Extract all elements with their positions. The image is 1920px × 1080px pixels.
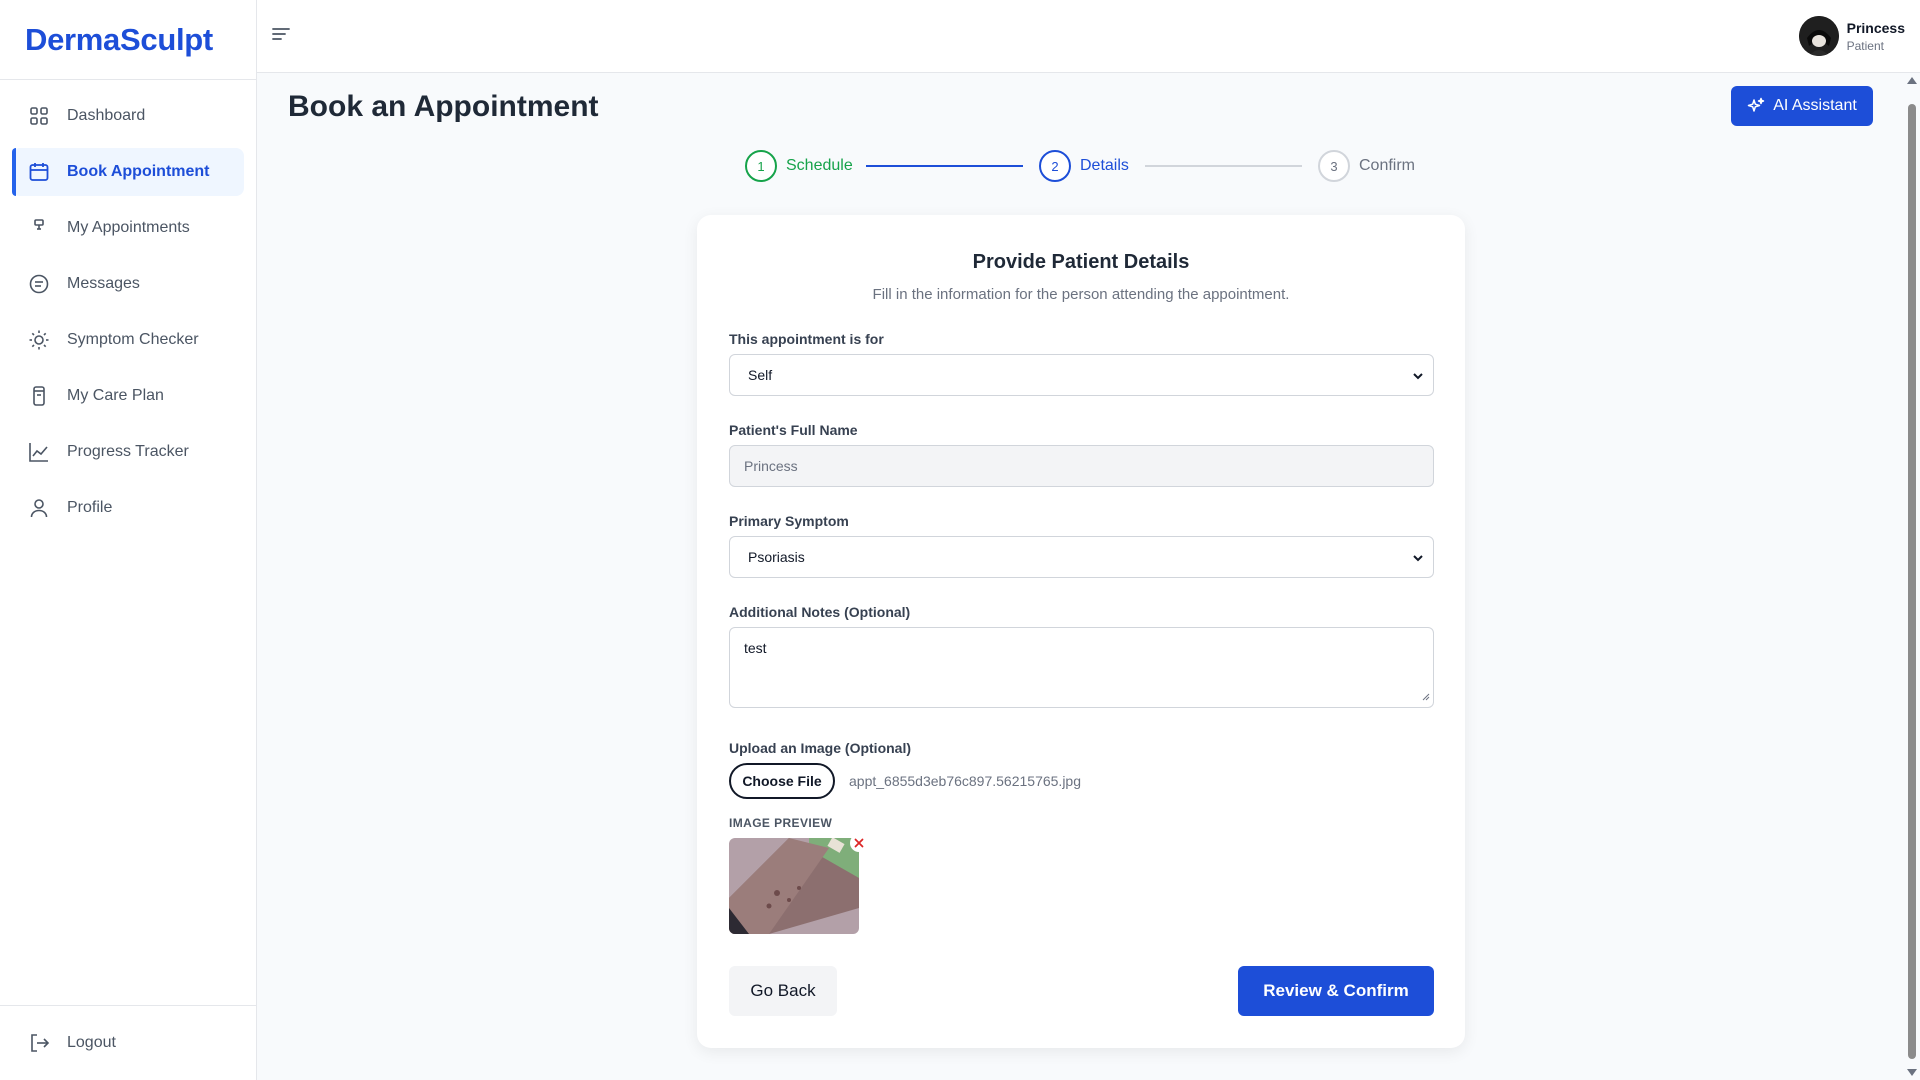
page-title: Book an Appointment (288, 90, 599, 123)
sidebar-item-profile[interactable]: Profile (12, 484, 244, 532)
sidebar-item-label: Book Appointment (67, 163, 210, 180)
sidebar-item-dashboard[interactable]: Dashboard (12, 92, 244, 140)
card-title: Provide Patient Details (972, 251, 1190, 273)
go-back-button[interactable]: Go Back (729, 966, 837, 1016)
logout-button[interactable]: Logout (12, 1019, 244, 1067)
step-connector (866, 165, 1023, 167)
sun-icon (28, 329, 50, 351)
page-scrollbar[interactable] (1903, 73, 1920, 1080)
topbar: Princess Patient (257, 0, 1920, 73)
ai-assistant-button[interactable]: AI Assistant (1731, 86, 1873, 126)
calendar-icon (28, 161, 50, 183)
card-subtitle: Fill in the information for the person a… (872, 286, 1290, 303)
chart-line-icon (28, 441, 50, 463)
full-name-value: Princess (744, 458, 798, 474)
image-preview-label: IMAGE PREVIEW (729, 816, 833, 830)
logout-label: Logout (67, 1034, 116, 1051)
image-preview (729, 838, 859, 934)
appointment-for-label: This appointment is for (729, 331, 884, 347)
avatar (1798, 16, 1839, 56)
user-icon (28, 497, 50, 519)
remove-image-icon[interactable] (850, 834, 868, 852)
step-number: 1 (745, 150, 777, 182)
appointment-for-select[interactable]: Self (729, 354, 1434, 396)
notes-textarea[interactable]: test (729, 627, 1434, 708)
sidebar-item-symptom-checker[interactable]: Symptom Checker (12, 316, 244, 364)
step-schedule[interactable]: 1 Schedule (745, 150, 853, 182)
brand: DermaSculpt (0, 0, 256, 80)
chevron-down-icon (1412, 369, 1424, 385)
sidebar-item-label: Profile (67, 499, 113, 516)
sidebar-footer: Logout (0, 1005, 256, 1080)
user-menu[interactable]: Princess Patient (1798, 16, 1905, 56)
appointments-icon (28, 217, 50, 239)
step-details[interactable]: 2 Details (1039, 150, 1129, 182)
sidebar-item-my-care-plan[interactable]: My Care Plan (12, 372, 244, 420)
sidebar-item-label: Dashboard (67, 107, 146, 124)
user-info: Princess Patient (1847, 20, 1905, 53)
user-role: Patient (1846, 38, 1884, 53)
user-name: Princess (1846, 19, 1905, 36)
sidebar-item-label: Messages (67, 275, 140, 292)
notes-value: test (744, 640, 767, 656)
notes-label: Additional Notes (Optional) (729, 604, 911, 620)
resize-handle-icon[interactable] (1422, 688, 1430, 704)
primary-symptom-value: Psoriasis (748, 549, 805, 565)
choose-file-button[interactable]: Choose File (729, 763, 835, 799)
scroll-down-icon[interactable] (1907, 1069, 1917, 1076)
full-name-label: Patient's Full Name (729, 422, 858, 438)
sidebar-item-label: Progress Tracker (67, 443, 189, 460)
clipboard-icon (28, 385, 50, 407)
step-label: Details (1080, 157, 1129, 174)
sidebar: DermaSculpt Dashboard Book Appointment M… (0, 0, 257, 1080)
sidebar-item-progress-tracker[interactable]: Progress Tracker (12, 428, 244, 476)
sidebar-nav: Dashboard Book Appointment My Appointmen… (0, 80, 256, 532)
scroll-thumb[interactable] (1908, 104, 1916, 1059)
sparkles-icon (1747, 97, 1765, 115)
logout-icon (28, 1032, 50, 1054)
scroll-up-icon[interactable] (1907, 77, 1917, 84)
step-label: Confirm (1359, 157, 1416, 174)
step-connector (1145, 165, 1302, 167)
ai-assistant-label: AI Assistant (1773, 97, 1857, 114)
sidebar-item-label: Symptom Checker (67, 331, 199, 348)
sidebar-item-my-appointments[interactable]: My Appointments (12, 204, 244, 252)
step-number: 2 (1039, 150, 1071, 182)
upload-label: Upload an Image (Optional) (729, 740, 912, 756)
appointment-for-value: Self (748, 367, 773, 383)
sidebar-item-label: My Appointments (67, 219, 190, 236)
step-confirm[interactable]: 3 Confirm (1318, 150, 1415, 182)
review-confirm-button[interactable]: Review & Confirm (1238, 966, 1434, 1016)
message-icon (28, 273, 50, 295)
sidebar-item-book-appointment[interactable]: Book Appointment (12, 148, 244, 196)
grid-icon (28, 105, 50, 127)
patient-details-card: Provide Patient Details Fill in the info… (697, 215, 1465, 1048)
sidebar-item-messages[interactable]: Messages (12, 260, 244, 308)
brand-logo[interactable]: DermaSculpt (25, 22, 213, 58)
primary-symptom-label: Primary Symptom (729, 513, 849, 529)
step-label: Schedule (786, 157, 853, 174)
primary-symptom-select[interactable]: Psoriasis (729, 536, 1434, 578)
menu-toggle-icon[interactable] (271, 24, 295, 48)
sidebar-item-label: My Care Plan (67, 387, 164, 404)
step-number: 3 (1318, 150, 1350, 182)
full-name-input[interactable]: Princess (729, 445, 1434, 487)
selected-file-name: appt_6855d3eb76c897.56215765.jpg (849, 773, 1082, 789)
chevron-down-icon (1412, 551, 1424, 567)
